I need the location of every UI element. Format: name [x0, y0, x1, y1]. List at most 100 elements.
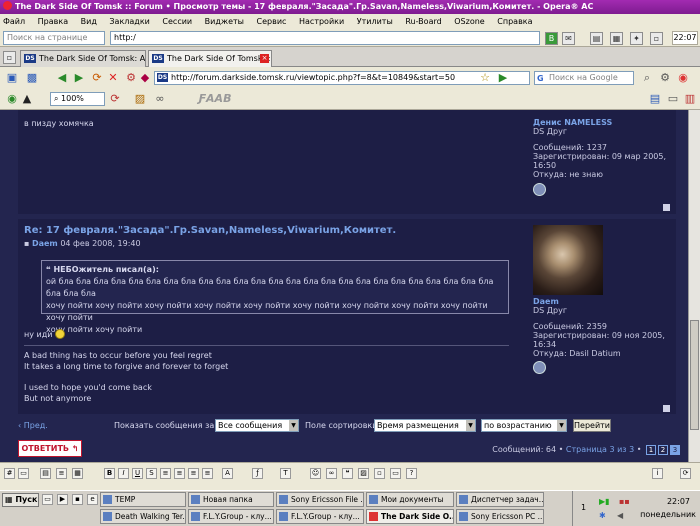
tray-bluetooth-icon[interactable]: ✱ [599, 511, 606, 520]
page-indicator[interactable]: Страница 3 из 3 [566, 445, 634, 454]
refresh-icon[interactable]: ⟳ [680, 468, 691, 479]
task-sony-pc[interactable]: Sony Ericsson PC ... [456, 509, 544, 524]
save-icon[interactable]: ▪ [72, 494, 83, 505]
go-icon[interactable]: ▶ [496, 71, 510, 85]
menu-sessions[interactable]: Сессии [162, 17, 192, 26]
task-temp[interactable]: TEMP [100, 492, 186, 507]
reply-button[interactable]: ОТВЕТИТЬ ↰ [18, 440, 82, 457]
wand-icon[interactable]: ✦ [630, 32, 643, 45]
font-color-icon[interactable]: A [222, 468, 233, 479]
list-icon[interactable]: ≡ [56, 468, 67, 479]
profile-icon[interactable] [533, 183, 546, 196]
image-icon[interactable]: ▨ [358, 468, 369, 479]
zoom-select[interactable]: ⌕ 100% [50, 92, 105, 106]
menu-settings[interactable]: Настройки [299, 17, 344, 26]
task-fly-group-2[interactable]: F.L.Y.Group - клу... [276, 509, 364, 524]
prev-link[interactable]: Пред. [24, 421, 48, 430]
fullscreen-icon[interactable]: ▩ [25, 71, 39, 85]
smile-icon[interactable]: ☺ [310, 468, 321, 479]
stop-icon[interactable]: ✕ [106, 71, 120, 85]
task-death-walking[interactable]: Death Walking Ter... [100, 509, 186, 524]
align-right-icon[interactable]: ≡ [188, 468, 199, 479]
menu-oszone[interactable]: OSzone [454, 17, 484, 26]
page-1-link[interactable]: 1 [646, 445, 656, 455]
glasses-icon[interactable]: ∞ [153, 92, 167, 106]
italic-icon[interactable]: I [118, 468, 129, 479]
go-icon[interactable]: B [545, 32, 558, 45]
folder-icon[interactable]: ▭ [390, 468, 401, 479]
tab-1[interactable]: DS The Dark Side Of Tomsk: A... [20, 50, 146, 67]
address-input[interactable]: http:/ [110, 31, 540, 45]
task-dark-side[interactable]: The Dark Side O... [366, 509, 454, 524]
vertical-scrollbar[interactable] [688, 110, 700, 462]
justify-icon[interactable]: ≡ [202, 468, 213, 479]
media-icon[interactable]: ▶ [57, 494, 68, 505]
opera-icon[interactable]: ◉ [676, 71, 690, 85]
start-button[interactable]: ▦ Пуск [2, 493, 39, 507]
menu-file[interactable]: Файл [3, 17, 25, 26]
desktop-icon[interactable]: ▭ [42, 494, 53, 505]
tray-scroll-icon[interactable]: 1 [581, 503, 586, 512]
mail-icon[interactable]: ✉ [562, 32, 575, 45]
google-search-input[interactable]: G Поиск на Google [534, 71, 634, 85]
menu-bookmarks[interactable]: Закладки [109, 17, 149, 26]
panel-icon[interactable]: ▤ [648, 92, 662, 106]
notes-icon[interactable]: ▦ [610, 32, 623, 45]
close-tab-icon[interactable]: × [260, 54, 269, 63]
profile-icon[interactable] [533, 361, 546, 374]
search-icon[interactable]: ⌕ [640, 71, 654, 85]
task-my-documents[interactable]: Мои документы [366, 492, 454, 507]
menu-tools[interactable]: Сервис [257, 17, 287, 26]
info-icon[interactable]: i [652, 468, 663, 479]
panels-icon[interactable]: ▣ [5, 71, 19, 85]
top-arrow-icon[interactable] [663, 204, 670, 211]
scrollbar-thumb[interactable] [690, 320, 699, 430]
tray-volume-icon[interactable]: ◀ [617, 511, 623, 520]
new-page-icon[interactable]: ▫ [3, 51, 16, 64]
post-1-author[interactable]: Денис NAMELESS [533, 118, 612, 127]
task-new-folder[interactable]: Новая папка [188, 492, 274, 507]
bookmark-star-icon[interactable]: ☆ [478, 71, 492, 85]
tab-2[interactable]: DS The Dark Side Of Tomsk :: ... × [148, 50, 272, 67]
menu-view[interactable]: Вид [81, 17, 97, 26]
fit-icon[interactable]: ▥ [683, 92, 697, 106]
wand-icon[interactable]: ⚙ [124, 71, 138, 85]
code-icon[interactable]: ▫ [374, 468, 385, 479]
triangle-icon[interactable]: ▲ [20, 92, 34, 106]
settings-icon[interactable]: ⚙ [658, 71, 672, 85]
show-select[interactable]: Все сообщения ▼ [215, 419, 299, 432]
help-icon[interactable]: ? [406, 468, 417, 479]
task-task-manager[interactable]: Диспетчер задач... [456, 492, 544, 507]
hash-icon[interactable]: # [4, 468, 15, 479]
page-2-link[interactable]: 2 [658, 445, 668, 455]
url-input[interactable]: DS http://forum.darkside.tomsk.ru/viewto… [154, 71, 530, 85]
link-icon[interactable]: ∞ [326, 468, 337, 479]
post-2-title[interactable]: Re: 17 февраля."Засада".Гр.Savan,Nameles… [24, 225, 396, 236]
task-sony-file[interactable]: Sony Ericsson File ... [276, 492, 364, 507]
page-icon[interactable]: ▫ [650, 32, 663, 45]
reload-icon[interactable]: ⟳ [90, 71, 104, 85]
font-size-buttons[interactable]: ƑAAB [185, 92, 245, 106]
color-icon[interactable]: ▦ [72, 468, 83, 479]
bold-icon[interactable]: B [104, 468, 115, 479]
avatar[interactable] [533, 225, 603, 295]
underline-icon[interactable]: U [132, 468, 143, 479]
tray-network-icon[interactable]: ▪▪ [619, 497, 630, 506]
menu-edit[interactable]: Правка [38, 17, 68, 26]
sort-select[interactable]: Время размещения ▼ [374, 419, 476, 432]
forward-icon[interactable]: ▶ [72, 71, 86, 85]
strikethrough-icon[interactable]: S [146, 468, 157, 479]
menu-ruboard[interactable]: Ru-Board [405, 17, 441, 26]
chat-icon[interactable]: ▭ [18, 468, 29, 479]
wand-icon[interactable]: ◉ [5, 92, 19, 106]
rewind-icon[interactable]: ◆ [138, 71, 152, 85]
panel-icon[interactable]: ▤ [590, 32, 603, 45]
tray-media-icon[interactable]: ▶▮ [599, 497, 610, 506]
menu-help[interactable]: Справка [497, 17, 532, 26]
align-center-icon[interactable]: ≡ [174, 468, 185, 479]
top-arrow-icon[interactable] [663, 405, 670, 412]
reload-icon[interactable]: ⟳ [108, 92, 122, 106]
print-icon[interactable]: ▭ [666, 92, 680, 106]
quote-icon[interactable]: ❝ [342, 468, 353, 479]
ie-icon[interactable]: e [87, 494, 98, 505]
